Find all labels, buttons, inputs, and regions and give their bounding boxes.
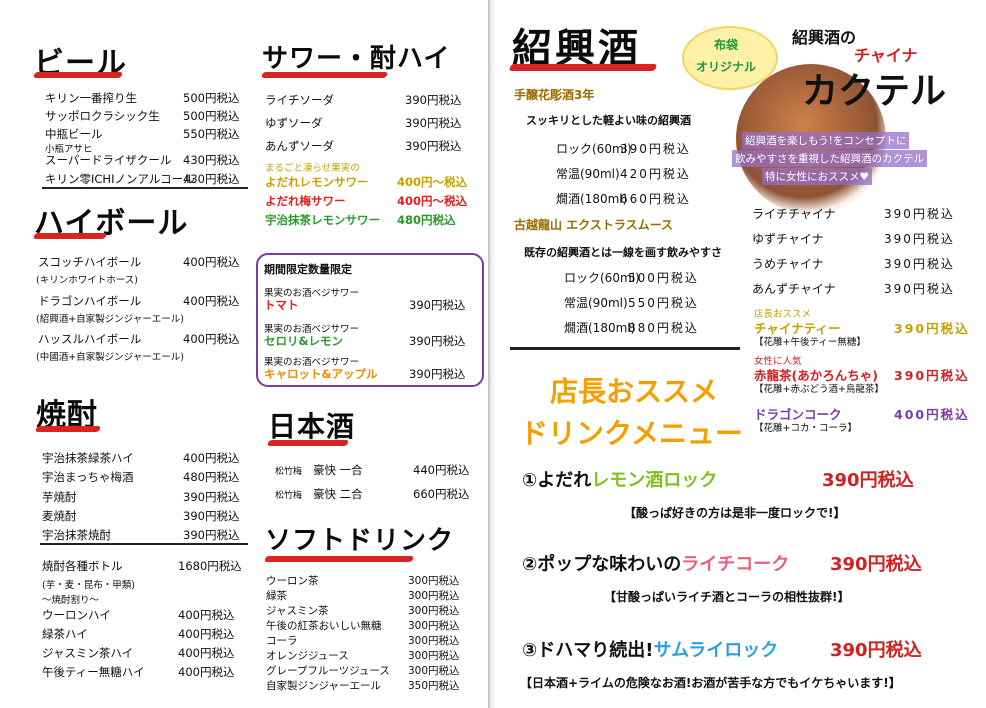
left-page: ビール キリン一番搾り生 500円税込 サッポロクラシック生 500円税込 中瓶ビー…	[0, 0, 488, 708]
soft-title: ソフトドリンク	[265, 526, 455, 556]
cocktail-header: 布袋 オリジナル 紹興酒の チャイナ カクテル 紹興酒を楽しもう!をコンセプトに…	[676, 24, 976, 214]
original-badge-line2: オリジナル	[696, 60, 757, 74]
shochu-stroke	[34, 426, 102, 432]
limited-title: 期間限定数量限定	[264, 263, 352, 276]
highball-item-note: (中國酒+自家製ジンジャーエール)	[36, 352, 184, 363]
highball-item-note: (紹興酒+自家製ジンジャーエール)	[36, 314, 184, 325]
shaoxing-g2-title: 古越龍山 エクストラスムース	[514, 218, 673, 232]
recommend-item: ②ポップな味わいのライチコーク	[522, 554, 790, 575]
highball-item-note: (キリンホワイトホース)	[36, 275, 138, 286]
sour-title: サワー・酎ハイ	[262, 44, 451, 74]
recommend-item-note: 【甘酸っぱいライチ酒とコーラの相性抜群!】	[604, 590, 850, 604]
cocktail-title-line1: 紹興酒の	[792, 28, 857, 47]
sour-special-note: まるごと凍らせ果実の	[265, 163, 360, 174]
page-fold	[488, 0, 496, 708]
recommend-item-price: 390円税込	[830, 640, 922, 661]
shochu-bottle-note: (芋・麦・昆布・甲類)	[42, 580, 135, 591]
shaoxing-stroke	[508, 64, 658, 71]
shaoxing-g1-title: 手醸花彫酒3年	[514, 88, 595, 102]
beer-stroke	[32, 72, 124, 78]
shaoxing-g1-desc: スッキリとした軽よい味の紹興酒	[526, 114, 691, 127]
recommend-item: ①よだれレモン酒ロック	[522, 470, 718, 491]
recommend-item: ③ドハマり続出!サムライロック	[522, 640, 779, 661]
sake-title: 日本酒	[268, 410, 356, 443]
recommend-title-line2: ドリンクメニュー	[520, 417, 743, 450]
recommend-item-note: 【日本酒+ライムの危険なお酒!お酒が苦手な方でもイケちゃいます!】	[520, 676, 901, 690]
cocktail-desc-3: 特に女性におススメ♥	[762, 168, 872, 185]
recommend-item-price: 390円税込	[822, 470, 914, 491]
original-badge-line1: 布袋	[714, 38, 739, 52]
cocktail-title-main: カクテル	[802, 71, 947, 112]
right-page: 紹興酒 手醸花彫酒3年 スッキリとした軽よい味の紹興酒 ロック(60ml) 390…	[496, 0, 986, 708]
shaoxing-divider	[510, 347, 740, 350]
shochu-bottle-note: 〜焼酎割り〜	[42, 595, 100, 606]
beer-divider	[42, 187, 248, 189]
recommend-item-price: 390円税込	[830, 554, 922, 575]
cocktail-desc-1: 紹興酒を楽しもう!をコンセプトに	[742, 132, 910, 149]
shochu-divider	[40, 543, 248, 545]
recommend-title-line1: 店長おススメ	[550, 375, 719, 408]
cocktail-special-sub: 【花雕+午後ティー無糖】	[754, 337, 866, 348]
cocktail-special-sub: 【花雕+コカ・コーラ】	[754, 423, 857, 434]
sake-stroke	[266, 440, 350, 446]
shaoxing-g2-desc: 既存の紹興酒とは一線を画す飲みやすさ	[524, 246, 722, 259]
limited-box: 期間限定数量限定 果実のお酒ベジサワー トマト 390円税込 果実のお酒ベジサワー…	[256, 253, 484, 387]
highball-stroke	[32, 233, 108, 239]
sour-stroke	[260, 72, 389, 78]
recommend-item-note: 【酸っぱ好きの方は是非一度ロックで!】	[624, 506, 846, 520]
cocktail-desc-2: 飲みやすさを重視した紹興酒のカクテル	[732, 150, 927, 167]
soft-stroke	[263, 556, 415, 562]
original-badge: 布袋 オリジナル	[682, 26, 778, 90]
cocktail-special-sub: 【花雕+赤ぶどう酒+烏龍茶】	[754, 384, 884, 395]
